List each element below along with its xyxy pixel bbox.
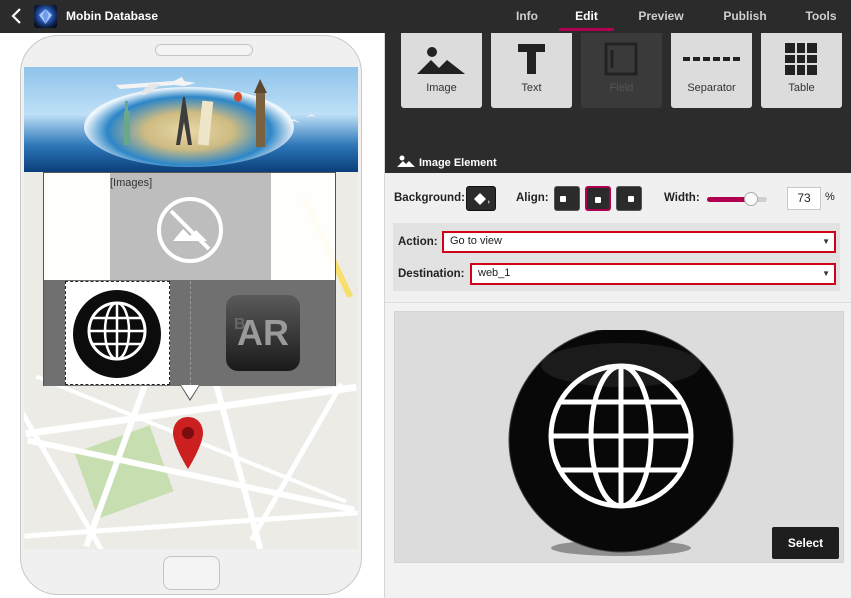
separator-icon bbox=[671, 42, 752, 76]
top-bar: Mobin Database Info Edit Preview Publish… bbox=[0, 0, 851, 33]
app-logo-icon bbox=[34, 5, 57, 28]
image-element-icon bbox=[397, 155, 415, 167]
images-component-label: [Images] bbox=[110, 177, 153, 189]
banner-landmarks bbox=[116, 77, 316, 147]
chevron-down-icon: ▼ bbox=[822, 237, 830, 246]
align-center-button[interactable] bbox=[585, 186, 611, 211]
image-properties: Background: Align: Width: 73 % Action: G… bbox=[385, 173, 851, 303]
width-unit: % bbox=[825, 191, 835, 203]
action-value: Go to view bbox=[450, 235, 502, 247]
background-label: Background: bbox=[394, 192, 465, 204]
image-icon bbox=[401, 42, 482, 76]
field-icon bbox=[581, 42, 662, 76]
width-slider-handle[interactable] bbox=[743, 192, 758, 206]
destination-value: web_1 bbox=[478, 267, 511, 279]
image-row: B AR bbox=[44, 280, 335, 386]
section-title: Image Element bbox=[397, 155, 497, 169]
tab-edit[interactable]: Edit bbox=[559, 0, 614, 33]
align-left-button[interactable] bbox=[554, 186, 580, 211]
tool-image-label: Image bbox=[426, 82, 457, 94]
tool-separator[interactable]: Separator bbox=[671, 33, 752, 108]
bar-logo: B AR bbox=[226, 295, 300, 371]
travel-banner-image[interactable] bbox=[24, 67, 358, 172]
tool-table-label: Table bbox=[788, 82, 815, 94]
align-label: Align: bbox=[516, 192, 549, 204]
text-icon bbox=[491, 42, 572, 76]
phone-screen: [Images] B AR bbox=[24, 67, 358, 549]
tab-info[interactable]: Info bbox=[506, 0, 548, 33]
width-label: Width: bbox=[664, 192, 700, 204]
align-right-icon bbox=[628, 196, 634, 202]
tool-text-label: Text bbox=[521, 82, 542, 94]
tool-text[interactable]: Text bbox=[491, 33, 572, 108]
tab-publish[interactable]: Publish bbox=[715, 0, 775, 33]
globe-icon bbox=[508, 330, 734, 556]
callout-pointer-inner bbox=[181, 385, 199, 399]
tool-field-label: Field bbox=[609, 82, 634, 94]
back-chevron-icon[interactable] bbox=[10, 6, 26, 26]
element-toolbox: Image Text Field Separator Table Image E… bbox=[385, 33, 851, 173]
no-image-icon bbox=[157, 197, 223, 263]
width-input[interactable]: 73 bbox=[787, 187, 821, 210]
paint-bucket-icon bbox=[474, 193, 490, 205]
align-center-icon bbox=[595, 197, 601, 203]
action-box: Action: Go to view ▼ Destination: web_1 … bbox=[393, 223, 840, 291]
destination-select[interactable]: web_1 ▼ bbox=[470, 263, 836, 285]
map-pin-icon bbox=[173, 417, 203, 469]
map-road bbox=[24, 510, 358, 539]
table-icon bbox=[761, 42, 842, 76]
align-right-button[interactable] bbox=[616, 186, 642, 211]
align-left-icon bbox=[560, 196, 566, 202]
width-slider[interactable] bbox=[707, 192, 767, 206]
phone-speaker bbox=[155, 44, 253, 56]
tab-preview[interactable]: Preview bbox=[630, 0, 692, 33]
bar-image-cell[interactable]: B AR bbox=[190, 281, 335, 385]
destination-label: Destination: bbox=[398, 268, 465, 280]
globe-icon bbox=[73, 290, 161, 378]
tool-field[interactable]: Field bbox=[581, 33, 662, 108]
tab-tools[interactable]: Tools bbox=[798, 0, 844, 33]
properties-panel: Image Text Field Separator Table Image E… bbox=[384, 33, 851, 598]
chevron-down-icon: ▼ bbox=[822, 269, 830, 278]
tool-separator-label: Separator bbox=[687, 82, 736, 94]
globe-image-cell[interactable] bbox=[65, 281, 170, 385]
tool-table[interactable]: Table bbox=[761, 33, 842, 108]
section-title-text: Image Element bbox=[419, 157, 497, 169]
phone-home-button bbox=[163, 556, 220, 590]
action-label: Action: bbox=[398, 236, 438, 248]
image-element-component[interactable]: [Images] B AR bbox=[43, 172, 336, 386]
select-image-button[interactable]: Select bbox=[772, 527, 839, 559]
app-title: Mobin Database bbox=[66, 9, 159, 23]
image-preview: Select bbox=[394, 311, 844, 563]
tool-image[interactable]: Image bbox=[401, 33, 482, 108]
action-select[interactable]: Go to view ▼ bbox=[442, 231, 836, 253]
bar-logo-b: B bbox=[234, 316, 246, 333]
image-placeholder bbox=[110, 173, 271, 280]
background-picker-button[interactable] bbox=[466, 186, 496, 211]
